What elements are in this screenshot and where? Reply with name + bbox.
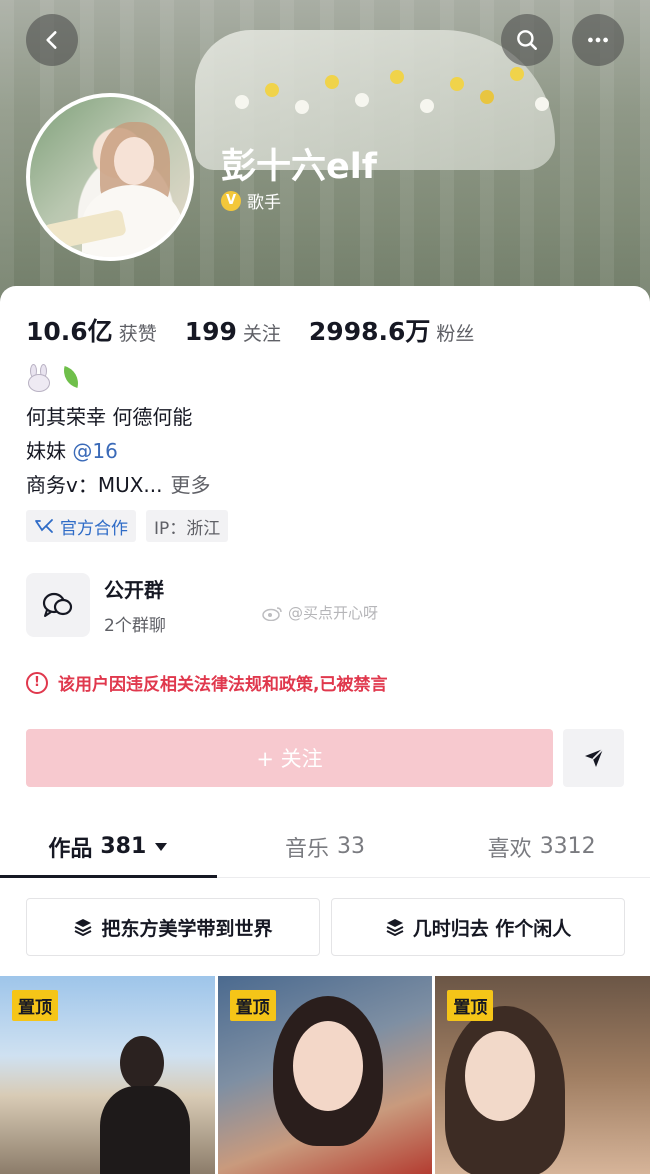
weibo-logo-icon bbox=[262, 606, 282, 621]
watermark-text: @买点开心呀 bbox=[288, 604, 379, 622]
video-thumbnail[interactable]: 置顶 bbox=[0, 976, 215, 1174]
following-label[interactable]: 关注 bbox=[243, 319, 281, 346]
tab-works-count: 381 bbox=[100, 834, 147, 859]
verification-badge: V 歌手 bbox=[221, 188, 281, 213]
follow-button[interactable]: + 关注 bbox=[26, 729, 553, 787]
tab-music-label: 音乐 bbox=[285, 836, 330, 862]
followers-label[interactable]: 粉丝 bbox=[436, 319, 474, 346]
ip-location-label: IP：浙江 bbox=[154, 518, 221, 539]
more-options-button[interactable] bbox=[572, 14, 624, 66]
layers-icon bbox=[75, 919, 92, 936]
more-dots-icon bbox=[588, 37, 608, 43]
likes-count: 10.6亿 bbox=[26, 317, 113, 346]
following-count[interactable]: 199 bbox=[185, 317, 237, 346]
search-button[interactable] bbox=[501, 14, 553, 66]
collections-row: 把东方美学带到世界 几时归去 作个闲人 bbox=[26, 898, 625, 956]
weibo-watermark: @买点开心呀 bbox=[262, 602, 378, 623]
tab-music[interactable]: 音乐 33 bbox=[217, 816, 434, 877]
video-grid: 置顶 置顶 置顶 bbox=[0, 976, 650, 1174]
ip-location-tag: IP：浙江 bbox=[146, 510, 229, 542]
pinned-badge: 置顶 bbox=[447, 990, 494, 1021]
bio-line-3: 商务v：MUX... 更多 bbox=[26, 469, 211, 498]
bio-line-2: 妹妹 @16 bbox=[26, 435, 118, 464]
stats-row: 10.6亿 获赞 199 关注 2998.6万 粉丝 bbox=[26, 312, 502, 348]
tab-music-count: 33 bbox=[337, 834, 366, 859]
tab-likes[interactable]: 喜欢 3312 bbox=[433, 816, 650, 877]
tab-works-label: 作品 bbox=[48, 836, 93, 862]
verified-icon: V bbox=[221, 190, 241, 211]
tab-likes-label: 喜欢 bbox=[487, 836, 532, 862]
profile-sheet: 10.6亿 获赞 199 关注 2998.6万 粉丝 何其荣幸 何德何能 妹妹 … bbox=[0, 286, 650, 1174]
public-group[interactable]: 公开群 2个群聊 bbox=[26, 573, 166, 637]
group-subtitle: 2个群聊 bbox=[104, 616, 166, 636]
video-thumbnail[interactable]: 置顶 bbox=[217, 976, 433, 1174]
collection-title: 把东方美学带到世界 bbox=[101, 917, 273, 940]
collection-item[interactable]: 把东方美学带到世界 bbox=[26, 898, 320, 956]
bio-more-link[interactable]: 更多 bbox=[171, 473, 211, 497]
chat-bubbles-icon bbox=[26, 573, 90, 637]
mute-warning-text: 该用户因违反相关法律法规和政策,已被禁言 bbox=[58, 675, 388, 695]
mention-link[interactable]: @16 bbox=[72, 439, 117, 463]
chevron-left-icon bbox=[46, 31, 57, 49]
pinned-badge: 置顶 bbox=[12, 990, 58, 1021]
profile-name: 彭十六elf bbox=[221, 147, 377, 187]
layers-icon bbox=[386, 919, 404, 936]
bio-prefix: 妹妹 bbox=[26, 439, 73, 463]
send-arrow-icon bbox=[584, 748, 604, 767]
mute-warning: ! 该用户因违反相关法律法规和政策,已被禁言 bbox=[26, 670, 387, 695]
avatar[interactable] bbox=[26, 93, 194, 261]
video-thumbnail[interactable]: 置顶 bbox=[435, 976, 650, 1174]
bio-emojis bbox=[26, 364, 84, 392]
content-tabs: 作品 381 音乐 33 喜欢 3312 bbox=[0, 816, 650, 878]
tab-likes-count: 3312 bbox=[539, 834, 596, 859]
bio-business: 商务v：MUX... bbox=[26, 473, 163, 497]
tab-works[interactable]: 作品 381 bbox=[0, 816, 217, 878]
pinned-badge: 置顶 bbox=[229, 990, 276, 1021]
search-icon bbox=[517, 30, 537, 50]
caret-down-icon bbox=[155, 842, 168, 851]
cover-flowers bbox=[215, 55, 560, 145]
rabbit-emoji-icon bbox=[26, 364, 52, 392]
leaf-emoji-icon bbox=[58, 364, 84, 390]
likes-label: 获赞 bbox=[118, 323, 157, 345]
alert-icon: ! bbox=[26, 671, 48, 694]
share-button[interactable] bbox=[563, 729, 624, 787]
followers-count[interactable]: 2998.6万 bbox=[309, 312, 430, 348]
group-title: 公开群 bbox=[104, 578, 164, 602]
back-button[interactable] bbox=[26, 14, 78, 66]
verification-title: 歌手 bbox=[247, 193, 281, 213]
official-cooperation-tag[interactable]: 官方合作 bbox=[26, 510, 136, 542]
collection-title: 几时归去 作个闲人 bbox=[412, 917, 572, 940]
collection-item[interactable]: 几时归去 作个闲人 bbox=[331, 898, 625, 956]
handshake-icon bbox=[35, 519, 53, 533]
profile-tags: 官方合作 IP：浙江 bbox=[26, 510, 229, 542]
bio-line-1: 何其荣幸 何德何能 bbox=[26, 405, 193, 429]
official-cooperation-label: 官方合作 bbox=[60, 518, 128, 539]
